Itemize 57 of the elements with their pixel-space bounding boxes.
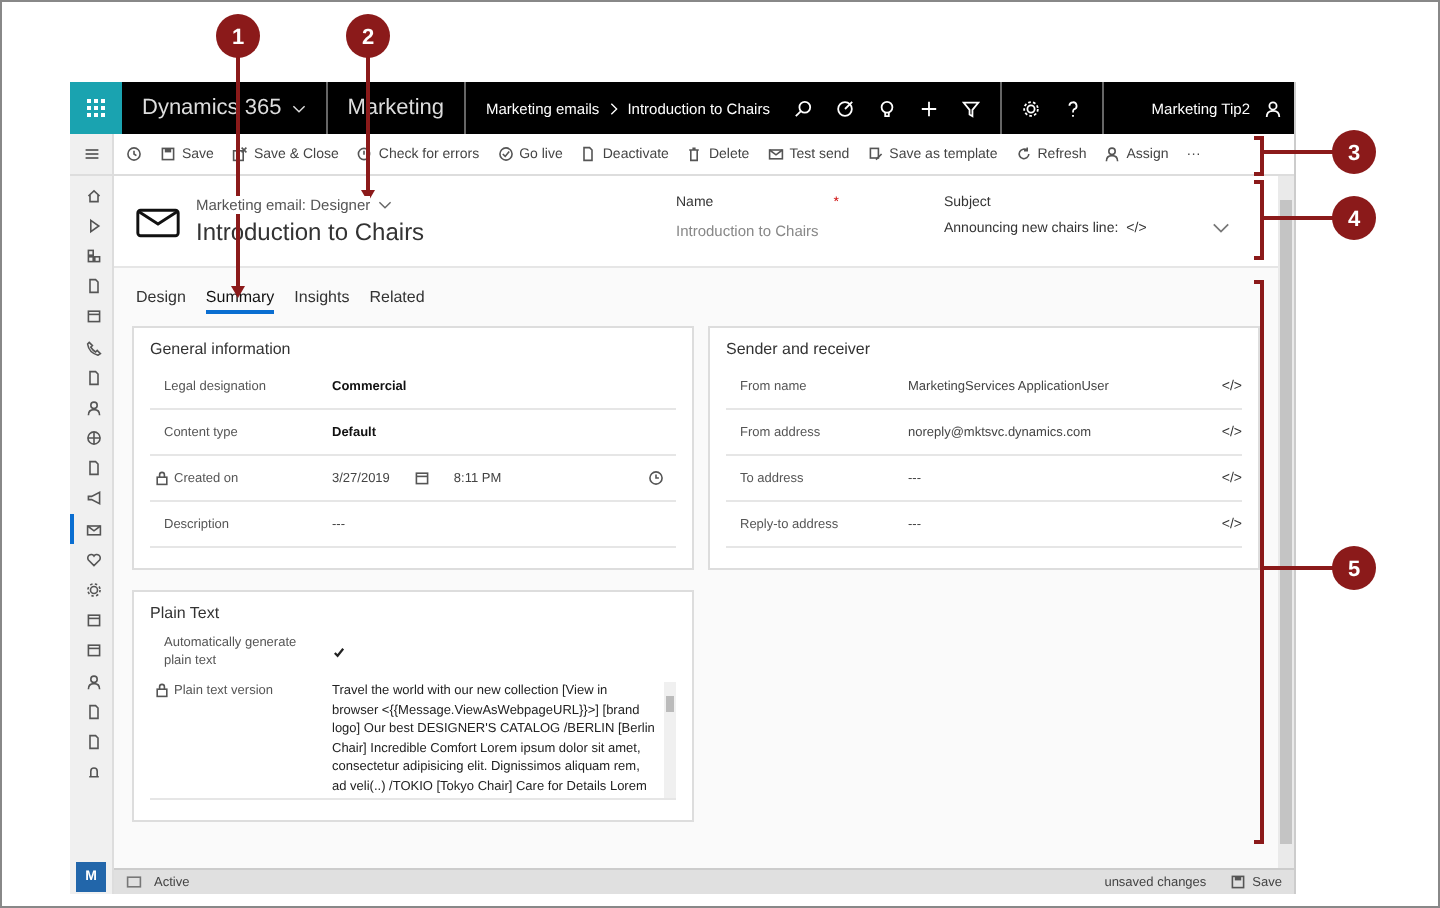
doc-icon xyxy=(85,369,101,386)
app-switcher[interactable]: Dynamics 365 xyxy=(122,82,328,134)
mail-icon xyxy=(85,521,101,538)
scrollbar[interactable] xyxy=(1278,176,1294,868)
grid-icon xyxy=(86,98,106,118)
scrollbar[interactable] xyxy=(664,682,676,798)
clock-icon xyxy=(648,470,664,486)
doc-icon xyxy=(85,278,101,295)
person-icon[interactable] xyxy=(1264,99,1282,117)
phone-icon xyxy=(85,339,101,356)
bell-icon xyxy=(85,764,101,781)
checkbox[interactable] xyxy=(332,645,346,659)
settings-icon[interactable] xyxy=(1021,99,1040,117)
envelope-icon xyxy=(136,208,180,238)
calendar-icon xyxy=(85,308,101,325)
menu-icon[interactable] xyxy=(83,146,99,162)
globe-icon xyxy=(85,430,101,447)
doc-icon xyxy=(85,460,101,477)
mail-icon xyxy=(767,146,784,162)
help-icon[interactable] xyxy=(1063,99,1082,117)
calendar-icon xyxy=(413,470,430,486)
section-title: Plain Text xyxy=(150,604,222,622)
section-title: General information xyxy=(150,340,293,358)
plus-icon[interactable] xyxy=(919,99,938,117)
chevron-icon xyxy=(291,103,306,113)
tab[interactable]: Design xyxy=(136,288,186,314)
lock-icon xyxy=(154,682,170,698)
app-launcher-button[interactable] xyxy=(70,82,122,134)
person-icon xyxy=(85,673,101,690)
play-icon xyxy=(85,217,101,234)
chevron-icon xyxy=(609,101,618,115)
lightbulb-icon[interactable] xyxy=(877,99,896,117)
megaphone-icon xyxy=(85,490,101,507)
chevron-icon[interactable] xyxy=(378,200,393,210)
tab[interactable]: Related xyxy=(369,288,425,314)
filter-icon[interactable] xyxy=(961,99,980,117)
calendar-icon xyxy=(85,612,101,629)
home-icon xyxy=(85,187,101,204)
grid-icon xyxy=(85,247,101,264)
history-icon xyxy=(126,146,142,162)
save-icon xyxy=(1230,874,1247,890)
doc-icon xyxy=(580,146,597,162)
person-icon xyxy=(85,399,101,416)
refresh-icon xyxy=(1015,146,1032,162)
calendar-icon xyxy=(85,642,101,659)
search-icon[interactable] xyxy=(793,99,812,117)
tab[interactable]: Insights xyxy=(294,288,350,314)
window-icon xyxy=(126,874,142,890)
trash-icon xyxy=(686,146,703,162)
section-title: Sender and receiver xyxy=(726,340,873,358)
target-icon[interactable] xyxy=(835,99,854,117)
gear-icon xyxy=(85,582,101,599)
heart-icon xyxy=(85,551,101,568)
lock-icon xyxy=(154,470,170,486)
save-icon xyxy=(160,146,176,162)
chevron-icon[interactable] xyxy=(1212,222,1230,234)
person-icon xyxy=(1104,146,1121,162)
